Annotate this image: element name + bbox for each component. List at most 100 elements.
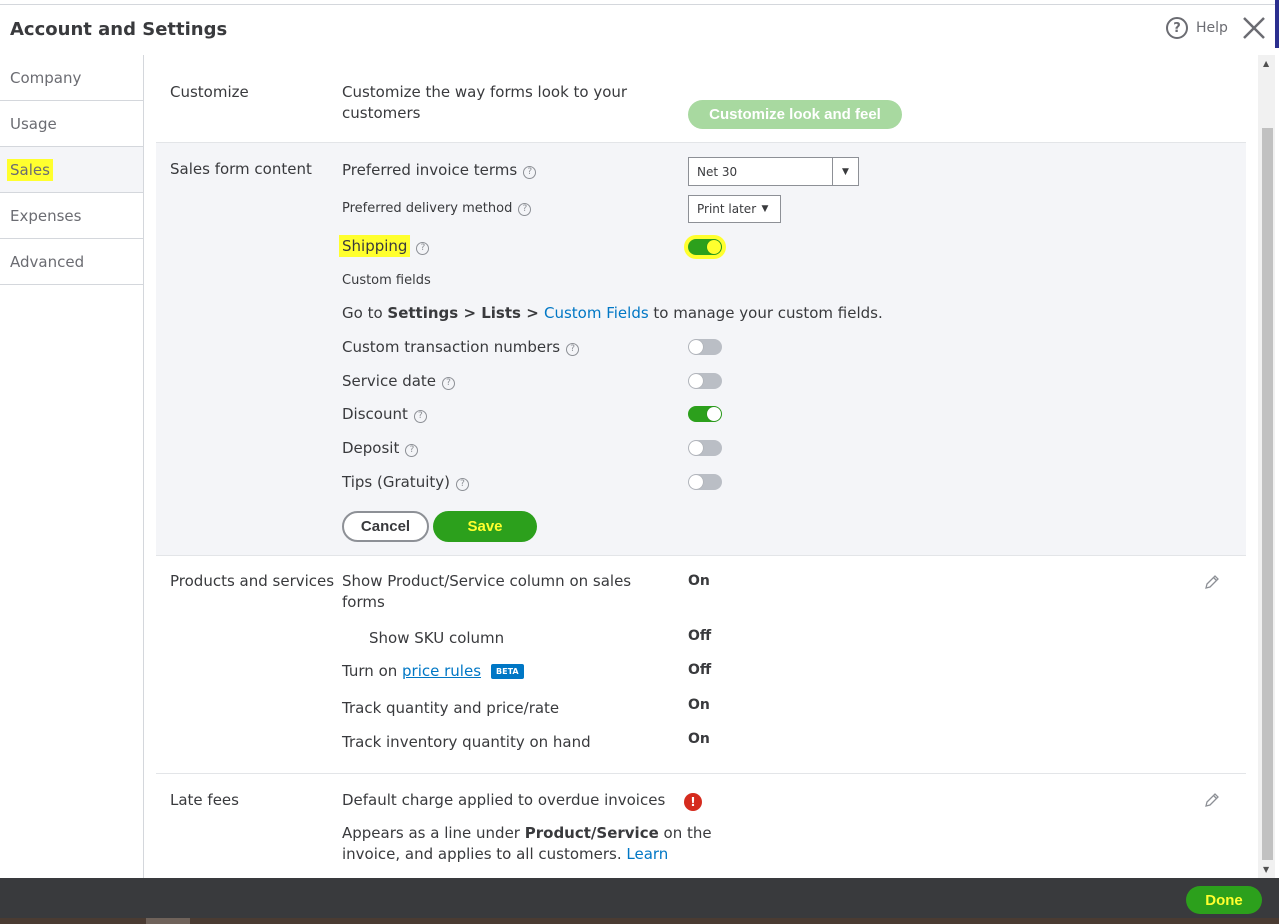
label-text: Turn on <box>342 662 403 680</box>
deposit-toggle[interactable] <box>688 440 722 456</box>
toggle-label-tips: Tips (Gratuity)? <box>342 473 469 491</box>
custom-transaction-numbers-toggle[interactable] <box>688 339 722 355</box>
service-date-toggle[interactable] <box>688 373 722 389</box>
track-inventory-value: On <box>688 731 710 747</box>
top-border <box>0 0 1279 5</box>
dialog-footer: Done <box>0 878 1279 918</box>
save-button[interactable]: Save <box>433 511 537 542</box>
desc-text: invoice, and applies to all customers. <box>342 845 627 863</box>
section-customize: Customize Customize the way forms look t… <box>156 55 1246 143</box>
product-service-column-value: On <box>688 573 710 589</box>
label-text: Service date <box>342 372 437 390</box>
shipping-label: Shipping? <box>339 235 430 257</box>
chevron-down-icon: ▼ <box>832 158 858 185</box>
invoice-terms-select[interactable]: Net 30 ▼ <box>688 157 859 186</box>
help-icon[interactable]: ? <box>523 166 537 179</box>
custom-fields-heading: Custom fields <box>342 273 431 288</box>
sidebar-item-label: Expenses <box>10 206 82 225</box>
sidebar-item-label: Advanced <box>10 252 85 271</box>
track-quantity-price-value: On <box>688 697 710 713</box>
settings-content: Customize Customize the way forms look t… <box>156 55 1246 878</box>
track-quantity-price-label: Track quantity and price/rate <box>342 699 560 717</box>
customize-description: Customize the way forms look to your cus… <box>342 83 627 122</box>
toggle-label-service-date: Service date? <box>342 372 456 390</box>
section-title: Late fees <box>170 791 239 809</box>
section-title: Customize <box>170 83 249 101</box>
help-icon[interactable]: ? <box>442 377 456 390</box>
note-separator: > <box>458 304 482 322</box>
delivery-method-select[interactable]: Print later ▼ <box>688 195 781 223</box>
section-sales-form-content: Sales form content Preferred invoice ter… <box>156 143 1246 556</box>
label-line: Show Product/Service column on sales <box>342 572 632 590</box>
scrollbar-thumb[interactable] <box>1262 128 1273 860</box>
label-line: forms <box>342 593 385 611</box>
help-icon[interactable]: ? <box>566 343 580 356</box>
toggle-label-discount: Discount? <box>342 405 427 423</box>
taskbar <box>0 918 1279 924</box>
toggle-label-custom-transaction-numbers: Custom transaction numbers? <box>342 338 580 356</box>
learn-link[interactable]: Learn <box>626 845 668 863</box>
label-text: Shipping <box>339 235 411 257</box>
help-label: Help <box>1196 20 1228 36</box>
desc-bold: Product/Service <box>524 824 659 842</box>
settings-sidebar: Company Usage Sales Expenses Advanced <box>0 55 144 878</box>
help-icon[interactable]: ? <box>518 203 532 216</box>
sku-column-value: Off <box>688 628 712 644</box>
sidebar-item-label: Sales <box>7 158 53 181</box>
sidebar-item-sales[interactable]: Sales <box>0 147 143 193</box>
discount-toggle[interactable] <box>688 406 722 422</box>
help-icon[interactable]: ? <box>413 410 427 423</box>
page-title: Account and Settings <box>10 19 228 40</box>
label-text: Custom transaction numbers <box>342 338 561 356</box>
desc-text: Appears as a line under <box>342 824 525 842</box>
desc-text: on the <box>658 824 712 842</box>
invoice-terms-label: Preferred invoice terms? <box>342 161 537 179</box>
price-rules-value: Off <box>688 662 712 678</box>
custom-fields-link[interactable]: Custom Fields <box>544 304 649 322</box>
product-service-column-label: Show Product/Service column on sales for… <box>342 572 631 611</box>
help-icon[interactable]: ? <box>405 444 419 457</box>
label-text: Preferred invoice terms <box>342 161 518 179</box>
section-products-services: Products and services Show Product/Servi… <box>156 556 1246 774</box>
customize-look-button[interactable]: Customize look and feel <box>688 100 902 129</box>
cancel-button[interactable]: Cancel <box>342 511 429 542</box>
section-title: Sales form content <box>170 160 312 178</box>
help-button[interactable]: ? Help <box>1166 17 1228 39</box>
tips-toggle[interactable] <box>688 474 722 490</box>
scrollbar[interactable]: ▲ ▼ <box>1258 55 1275 878</box>
done-button[interactable]: Done <box>1186 886 1262 914</box>
close-icon[interactable] <box>1240 14 1268 42</box>
sidebar-item-label: Company <box>10 68 82 87</box>
late-fee-description: Appears as a line under Product/Service … <box>342 824 712 863</box>
sidebar-item-expenses[interactable]: Expenses <box>0 193 143 239</box>
sidebar-item-usage[interactable]: Usage <box>0 101 143 147</box>
description-line: Customize the way forms look to your <box>342 83 628 101</box>
pencil-icon[interactable] <box>1204 574 1220 590</box>
label-text: Deposit <box>342 439 400 457</box>
select-value: Net 30 <box>697 164 738 179</box>
pencil-icon[interactable] <box>1204 792 1220 808</box>
sidebar-item-company[interactable]: Company <box>0 55 143 101</box>
beta-badge: BETA <box>491 664 524 679</box>
price-rules-link[interactable]: price rules <box>402 662 481 680</box>
label-text: Preferred delivery method <box>342 201 513 216</box>
help-icon[interactable]: ? <box>455 478 469 491</box>
sidebar-item-advanced[interactable]: Advanced <box>0 239 143 285</box>
custom-fields-note: Go to Settings > Lists > Custom Fields t… <box>342 304 883 322</box>
error-icon: ! <box>684 793 702 811</box>
note-bold: Lists <box>481 304 521 322</box>
help-icon[interactable]: ? <box>416 242 430 255</box>
note-bold: Settings <box>387 304 459 322</box>
label-text: Tips (Gratuity) <box>342 473 450 491</box>
section-title: Products and services <box>170 572 335 590</box>
section-late-fees: Late fees Default charge applied to over… <box>156 774 1246 878</box>
description-line: customers <box>342 104 421 122</box>
note-text: Go to <box>342 304 388 322</box>
shipping-toggle[interactable] <box>688 239 722 255</box>
taskbar-item <box>146 918 190 924</box>
scroll-up-arrow-icon[interactable]: ▲ <box>1263 59 1269 68</box>
scroll-down-arrow-icon[interactable]: ▼ <box>1263 865 1269 874</box>
track-inventory-label: Track inventory quantity on hand <box>342 733 591 751</box>
sku-column-label: Show SKU column <box>369 629 505 647</box>
select-value: Print later <box>697 202 757 216</box>
